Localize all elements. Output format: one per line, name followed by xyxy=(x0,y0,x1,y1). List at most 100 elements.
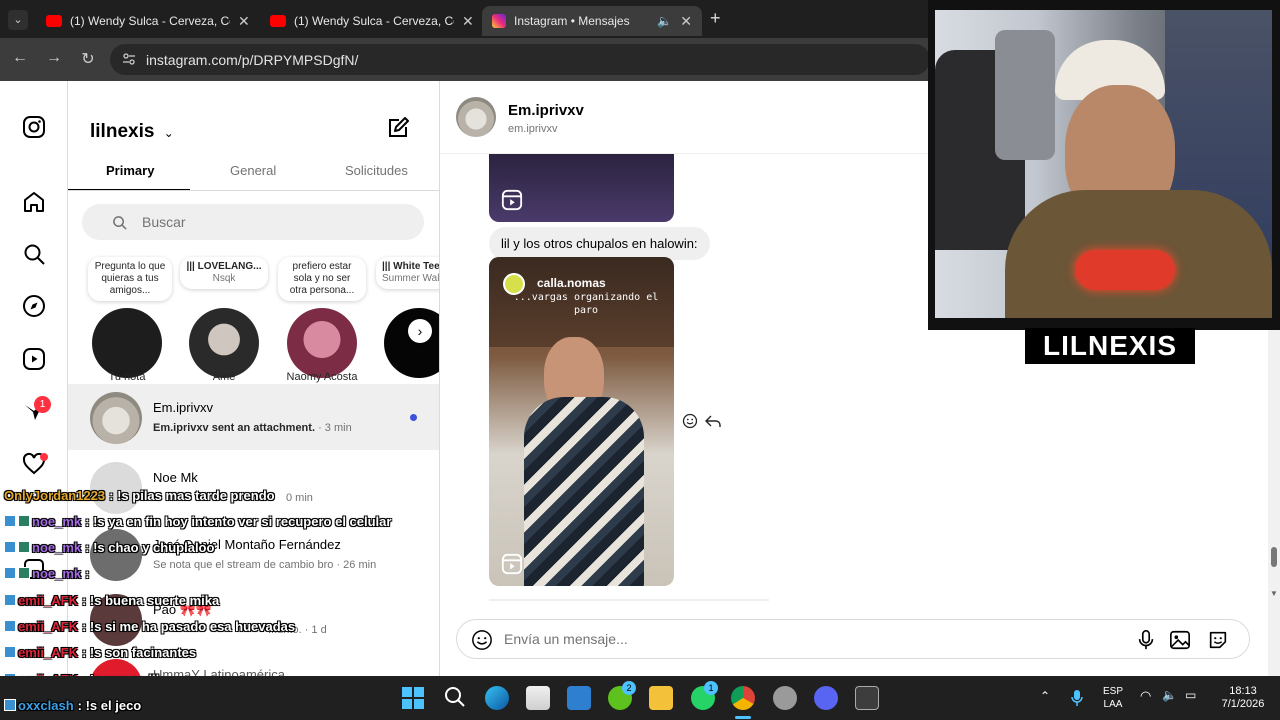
tabs-divider xyxy=(68,190,439,191)
badge-icon xyxy=(4,646,16,658)
chat-text: : !s chao y chuplaloo xyxy=(85,540,215,555)
reel-attachment[interactable]: calla.nomas ...vargas organizando el par… xyxy=(489,257,674,586)
avatar[interactable] xyxy=(189,308,259,378)
close-icon[interactable]: ✕ xyxy=(238,13,250,30)
obs-icon[interactable] xyxy=(773,686,797,710)
tab-youtube-2[interactable]: (1) Wendy Sulca - Cerveza, Cerv ✕ xyxy=(260,6,484,36)
tab-primary[interactable]: Primary xyxy=(106,163,154,178)
note-bubble-naomy[interactable]: prefiero estar sola y no ser otra person… xyxy=(278,257,366,301)
volume-icon[interactable]: 🔈 xyxy=(1162,689,1177,702)
chat-username: noe_mk xyxy=(32,514,82,529)
reel-account-name[interactable]: calla.nomas xyxy=(537,276,606,290)
conversation-item-emiprivxv[interactable]: Em.iprivxv Em.iprivxv sent an attachment… xyxy=(68,384,439,450)
search-icon[interactable] xyxy=(22,242,46,266)
battery-icon[interactable]: ▭ xyxy=(1185,689,1196,702)
explore-compass-icon[interactable] xyxy=(22,294,46,318)
scrollbar-thumb[interactable] xyxy=(1271,547,1277,567)
discord-icon[interactable] xyxy=(814,686,838,710)
note-bubble-ame[interactable]: ||| LOVELANG... Nsqk xyxy=(180,257,268,289)
chevron-right-icon[interactable]: › xyxy=(408,319,432,343)
tab-solicitudes[interactable]: Solicitudes xyxy=(345,163,408,178)
chat-username: emii_AFK xyxy=(18,593,78,608)
microphone-icon[interactable] xyxy=(1071,689,1083,707)
reload-icon[interactable]: ↻ xyxy=(77,49,99,69)
reply-icon[interactable] xyxy=(704,413,722,429)
preview-time: · 26 min xyxy=(336,559,377,571)
emoji-icon[interactable] xyxy=(471,629,493,651)
unread-dot xyxy=(410,414,417,421)
edge-icon[interactable] xyxy=(485,686,509,710)
preview-text: Em.iprivxv sent an attachment. xyxy=(153,422,315,434)
conversation-item-noe-mk[interactable]: Noe Mk 0 min xyxy=(68,454,439,520)
note-text: prefiero estar sola y no ser otra person… xyxy=(289,261,355,296)
conversation-name: Noe Mk xyxy=(153,470,198,485)
tab-instagram[interactable]: Instagram • Mensajes 🔈 ✕ xyxy=(482,6,702,36)
badge-icon xyxy=(4,515,16,527)
conversation-time: 0 min xyxy=(286,492,313,504)
keyboard-layout: LAA xyxy=(1103,699,1123,710)
instagram-sidebar: 1 xyxy=(0,81,68,676)
new-message-compose-icon[interactable] xyxy=(386,116,410,140)
avatar[interactable] xyxy=(92,308,162,378)
note-name: Ame xyxy=(212,371,236,383)
badge-icon xyxy=(4,594,16,606)
next-message-edge xyxy=(489,599,769,601)
note-subtext: Nsqk xyxy=(212,273,236,284)
search-icon[interactable] xyxy=(444,686,466,708)
app-icon[interactable] xyxy=(855,686,879,710)
sticker-icon[interactable] xyxy=(1207,629,1229,651)
badge-icon xyxy=(4,541,16,553)
site-info-icon[interactable] xyxy=(122,52,136,66)
account-switcher[interactable]: lilnexis ⌄ xyxy=(90,121,174,143)
forward-icon[interactable]: → xyxy=(43,49,65,67)
close-icon[interactable]: ✕ xyxy=(462,13,474,30)
app-icon[interactable] xyxy=(567,686,591,710)
chevron-up-icon[interactable]: ⌃ xyxy=(1040,690,1050,703)
chat-text: : !s ya en fin hoy intento ver si recupe… xyxy=(85,514,392,529)
avatar[interactable] xyxy=(287,308,357,378)
url-field[interactable]: instagram.com/p/DRPYMPSDgfN/ xyxy=(110,44,930,75)
avatar[interactable] xyxy=(456,97,496,137)
microphone-icon[interactable] xyxy=(1135,629,1157,651)
streamer-name-banner: LILNEXIS xyxy=(1025,328,1195,364)
preview-time: · 1 d xyxy=(304,624,327,636)
speaker-icon[interactable]: 🔈 xyxy=(657,14,672,28)
tab-list-chevron-icon[interactable]: ⌄ xyxy=(8,10,28,30)
react-emoji-icon[interactable] xyxy=(682,413,698,429)
tab-youtube-1[interactable]: (1) Wendy Sulca - Cerveza, Cerv ✕ xyxy=(36,6,260,36)
home-icon[interactable] xyxy=(22,190,46,214)
chrome-icon[interactable] xyxy=(731,686,755,710)
clock[interactable]: 18:13 7/1/2026 xyxy=(1212,685,1274,711)
wifi-icon[interactable]: ◠ xyxy=(1140,689,1151,702)
note-subtext: Summer Wal xyxy=(382,273,440,284)
file-explorer-icon[interactable] xyxy=(649,686,673,710)
chat-text: : !s si me ha pasado esa huevadas xyxy=(81,619,296,634)
chat-username: OnlyJordan1223 xyxy=(4,488,106,503)
avatar[interactable] xyxy=(384,308,439,378)
back-icon[interactable]: ← xyxy=(9,49,31,67)
instagram-logo-icon[interactable] xyxy=(22,115,46,139)
search-input[interactable]: Buscar xyxy=(82,204,424,240)
message-placeholder: Envía un mensaje... xyxy=(504,631,628,647)
badge-icon xyxy=(4,620,16,632)
windows-start-icon[interactable] xyxy=(402,687,424,709)
stream-chat-message: noe_mk: !s chao y chuplaloo xyxy=(4,540,214,555)
close-icon[interactable]: ✕ xyxy=(680,13,692,30)
image-icon[interactable] xyxy=(1169,629,1191,651)
language-indicator[interactable]: ESP LAA xyxy=(1100,685,1126,711)
stream-chat-message: emii_AFK: !s si me ha pasado esa huevada… xyxy=(4,619,295,634)
inbox-panel: lilnexis ⌄ Primary General Solicitudes B… xyxy=(68,81,440,676)
reel-attachment-previous[interactable] xyxy=(489,154,674,222)
chat-contact-name[interactable]: Em.iprivxv xyxy=(508,102,584,119)
youtube-icon xyxy=(46,15,62,27)
message-bubble[interactable]: lil y los otros chupalos en halowin: xyxy=(489,227,710,260)
store-icon[interactable] xyxy=(526,686,550,710)
search-icon xyxy=(113,216,127,230)
reels-icon[interactable] xyxy=(22,347,46,371)
tab-general[interactable]: General xyxy=(230,163,276,178)
note-bubble-white-tee[interactable]: ||| White Tee Summer Wal xyxy=(376,257,440,289)
message-input[interactable]: Envía un mensaje... xyxy=(456,619,1250,659)
scroll-down-arrow-icon[interactable]: ▼ xyxy=(1270,589,1278,598)
new-tab-button[interactable]: + xyxy=(710,8,721,29)
note-bubble-own[interactable]: Pregunta lo que quieras a tus amigos... xyxy=(88,257,172,301)
